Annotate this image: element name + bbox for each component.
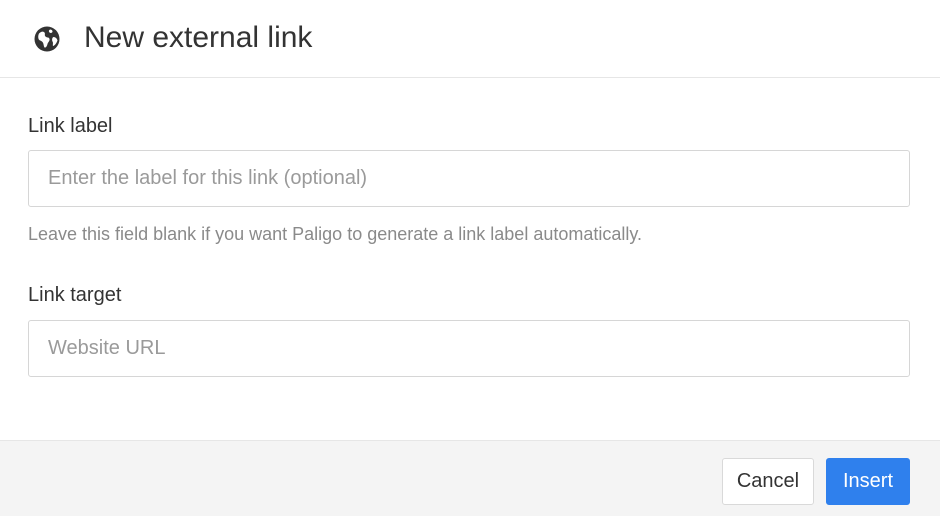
globe-icon — [33, 25, 61, 53]
dialog-footer: Cancel Insert — [0, 440, 940, 516]
new-external-link-dialog: New external link Link label Leave this … — [0, 0, 940, 516]
insert-button[interactable]: Insert — [826, 458, 910, 505]
link-label-input[interactable] — [28, 150, 910, 207]
link-target-label: Link target — [28, 284, 122, 306]
dialog-title: New external link — [84, 21, 313, 54]
link-target-input[interactable] — [28, 320, 910, 377]
cancel-button[interactable]: Cancel — [722, 458, 814, 505]
link-label-help-text: Leave this field blank if you want Palig… — [28, 224, 643, 244]
link-label-label: Link label — [28, 115, 113, 137]
dialog-header: New external link — [0, 0, 940, 78]
